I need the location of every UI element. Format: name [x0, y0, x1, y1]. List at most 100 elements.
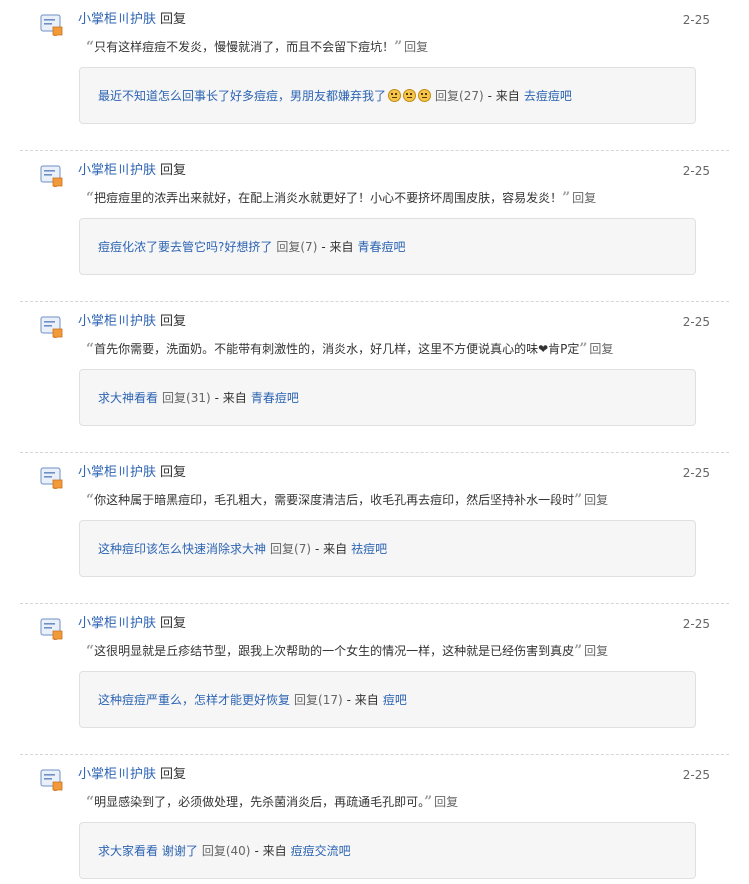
- reply-button[interactable]: 回复: [584, 493, 608, 507]
- reply-quote: “这很明显就是丘疹结节型，跟我上次帮助的一个女生的情况一样，这种就是已经伤害到真…: [86, 642, 608, 660]
- reply-date: 2-25: [682, 768, 710, 782]
- reply-header: 小掌柜〣护肤 回复: [78, 615, 186, 633]
- close-quote-icon: ”: [574, 492, 583, 508]
- reply-button[interactable]: 回复: [434, 795, 458, 809]
- open-quote-icon: “: [86, 794, 95, 810]
- forum-link[interactable]: 祛痘吧: [351, 542, 387, 556]
- from-label: - 来自: [315, 542, 348, 556]
- reply-notification-icon: [40, 14, 64, 39]
- source-thread-box: 求大家看看 谢谢了 回复(40) - 来自 痘痘交流吧: [79, 822, 696, 879]
- reply-action-label: 回复: [160, 767, 187, 782]
- reply-date: 2-25: [682, 164, 710, 178]
- thread-reply-count: 回复(40): [201, 844, 251, 858]
- reply-quote-text: 你这种属于暗黑痘印，毛孔粗大，需要深度清洁后，收毛孔再去痘印，然后坚持补水一段时: [94, 493, 575, 507]
- open-quote-icon: “: [86, 492, 95, 508]
- forum-link[interactable]: 痘痘交流吧: [291, 844, 351, 858]
- reply-date: 2-25: [682, 13, 710, 27]
- close-quote-icon: ”: [579, 341, 588, 357]
- reply-date: 2-25: [682, 466, 710, 480]
- reply-header: 小掌柜〣护肤 回复: [78, 766, 186, 784]
- angry-face-icon: [403, 89, 417, 102]
- reply-quote-text: 只有这样痘痘不发炎，慢慢就消了，而且不会留下痘坑！: [94, 40, 395, 54]
- close-quote-icon: ”: [574, 643, 583, 659]
- reply-button[interactable]: 回复: [404, 40, 428, 54]
- close-quote-icon: ”: [562, 190, 571, 206]
- author-link[interactable]: 小掌柜〣护肤: [78, 616, 156, 631]
- forum-link[interactable]: 青春痘吧: [358, 240, 406, 254]
- source-thread-box: 痘痘化浓了要去管它吗?好想挤了 回复(7) - 来自 青春痘吧: [79, 218, 696, 275]
- source-thread-line: 这种痘印该怎么快速消除求大神 回复(7) - 来自 祛痘吧: [98, 540, 387, 558]
- reply-item: 小掌柜〣护肤 回复 2-25 “把痘痘里的浓弄出来就好，在配上消炎水就更好了！小心不要…: [0, 151, 749, 302]
- open-quote-icon: “: [86, 341, 95, 357]
- source-thread-line: 求大家看看 谢谢了 回复(40) - 来自 痘痘交流吧: [98, 842, 351, 860]
- close-quote-icon: ”: [424, 794, 433, 810]
- reply-item: 小掌柜〣护肤 回复 2-25 “只有这样痘痘不发炎，慢慢就消了，而且不会留下痘坑！” 回…: [0, 0, 749, 151]
- source-thread-box: 这种痘痘严重么，怎样才能更好恢复 回复(17) - 来自 痘吧: [79, 671, 696, 728]
- reply-quote: “你这种属于暗黑痘印，毛孔粗大，需要深度清洁后，收毛孔再去痘印，然后坚持补水一段…: [86, 491, 608, 509]
- reply-notification-icon: [40, 316, 64, 341]
- reply-action-label: 回复: [160, 163, 187, 178]
- from-label: - 来自: [214, 391, 247, 405]
- from-label: - 来自: [487, 89, 520, 103]
- reply-quote-text: 明显感染到了，必须做处理，先杀菌消炎后，再疏通毛孔即可。: [94, 795, 425, 809]
- reply-feed: 小掌柜〣护肤 回复 2-25 “只有这样痘痘不发炎，慢慢就消了，而且不会留下痘坑！” 回…: [0, 0, 749, 884]
- thread-reply-count: 回复(27): [435, 89, 484, 103]
- source-thread-box: 这种痘印该怎么快速消除求大神 回复(7) - 来自 祛痘吧: [79, 520, 696, 577]
- reply-quote: “明显感染到了，必须做处理，先杀菌消炎后，再疏通毛孔即可。” 回复: [86, 793, 458, 811]
- thread-title-link[interactable]: 最近不知道怎么回事长了好多痘痘，男朋友都嫌弃我了: [98, 89, 386, 103]
- thread-reply-count: 回复(7): [276, 240, 318, 254]
- reply-action-label: 回复: [160, 616, 187, 631]
- reply-notification-icon: [40, 769, 64, 794]
- source-thread-box: 最近不知道怎么回事长了好多痘痘，男朋友都嫌弃我了 回复(27) - 来自 去痘痘吧: [79, 67, 696, 124]
- reply-header: 小掌柜〣护肤 回复: [78, 464, 186, 482]
- thread-title-link[interactable]: 痘痘化浓了要去管它吗?好想挤了: [98, 240, 272, 254]
- thread-reply-count: 回复(17): [294, 693, 343, 707]
- thread-title-link[interactable]: 这种痘痘严重么，怎样才能更好恢复: [98, 693, 290, 707]
- reply-quote: “首先你需要，洗面奶。不能带有刺激性的，消炎水，好几样，这里不方便说真心的味❤肯…: [86, 340, 613, 358]
- reply-item: 小掌柜〣护肤 回复 2-25 “首先你需要，洗面奶。不能带有刺激性的，消炎水，好几样，…: [0, 302, 749, 453]
- close-quote-icon: ”: [394, 39, 403, 55]
- reply-button[interactable]: 回复: [589, 342, 613, 356]
- reply-button[interactable]: 回复: [572, 191, 596, 205]
- reply-quote-text: 把痘痘里的浓弄出来就好，在配上消炎水就更好了！小心不要挤坏周围皮肤，容易发炎！: [94, 191, 563, 205]
- thread-reply-count: 回复(7): [270, 542, 312, 556]
- reply-notification-icon: [40, 467, 64, 492]
- forum-link[interactable]: 青春痘吧: [251, 391, 299, 405]
- reply-notification-icon: [40, 165, 64, 190]
- author-link[interactable]: 小掌柜〣护肤: [78, 465, 156, 480]
- thread-title-link[interactable]: 求大家看看 谢谢了: [98, 844, 198, 858]
- reply-header: 小掌柜〣护肤 回复: [78, 313, 186, 331]
- forum-link[interactable]: 痘吧: [383, 693, 407, 707]
- forum-link[interactable]: 去痘痘吧: [524, 89, 572, 103]
- reply-item: 小掌柜〣护肤 回复 2-25 “这很明显就是丘疹结节型，跟我上次帮助的一个女生的情况一…: [0, 604, 749, 755]
- source-thread-line: 痘痘化浓了要去管它吗?好想挤了 回复(7) - 来自 青春痘吧: [98, 238, 406, 256]
- reply-header: 小掌柜〣护肤 回复: [78, 162, 186, 180]
- thread-title-link[interactable]: 这种痘印该怎么快速消除求大神: [98, 542, 266, 556]
- thread-reply-count: 回复(31): [162, 391, 211, 405]
- angry-face-icon: [388, 89, 402, 102]
- reply-action-label: 回复: [160, 465, 187, 480]
- reply-quote-text: 这很明显就是丘疹结节型，跟我上次帮助的一个女生的情况一样，这种就是已经伤害到真皮: [94, 644, 575, 658]
- reply-quote-text: 首先你需要，洗面奶。不能带有刺激性的，消炎水，好几样，这里不方便说真心的味❤肯P…: [94, 342, 580, 356]
- reply-date: 2-25: [682, 617, 710, 631]
- from-label: - 来自: [346, 693, 379, 707]
- reply-action-label: 回复: [160, 314, 187, 329]
- thread-title-link[interactable]: 求大神看看: [98, 391, 158, 405]
- source-thread-line: 最近不知道怎么回事长了好多痘痘，男朋友都嫌弃我了 回复(27) - 来自 去痘痘吧: [98, 87, 572, 105]
- from-label: - 来自: [321, 240, 354, 254]
- reply-button[interactable]: 回复: [584, 644, 608, 658]
- author-link[interactable]: 小掌柜〣护肤: [78, 314, 156, 329]
- open-quote-icon: “: [86, 190, 95, 206]
- reply-item: 小掌柜〣护肤 回复 2-25 “你这种属于暗黑痘印，毛孔粗大，需要深度清洁后，收毛孔再…: [0, 453, 749, 604]
- reply-item: 小掌柜〣护肤 回复 2-25 “明显感染到了，必须做处理，先杀菌消炎后，再疏通毛孔即可…: [0, 755, 749, 884]
- reply-header: 小掌柜〣护肤 回复: [78, 11, 186, 29]
- source-thread-box: 求大神看看 回复(31) - 来自 青春痘吧: [79, 369, 696, 426]
- author-link[interactable]: 小掌柜〣护肤: [78, 12, 156, 27]
- from-label: - 来自: [254, 844, 287, 858]
- reply-quote: “把痘痘里的浓弄出来就好，在配上消炎水就更好了！小心不要挤坏周围皮肤，容易发炎！…: [86, 189, 596, 207]
- author-link[interactable]: 小掌柜〣护肤: [78, 163, 156, 178]
- reply-date: 2-25: [682, 315, 710, 329]
- source-thread-line: 这种痘痘严重么，怎样才能更好恢复 回复(17) - 来自 痘吧: [98, 691, 407, 709]
- author-link[interactable]: 小掌柜〣护肤: [78, 767, 156, 782]
- open-quote-icon: “: [86, 39, 95, 55]
